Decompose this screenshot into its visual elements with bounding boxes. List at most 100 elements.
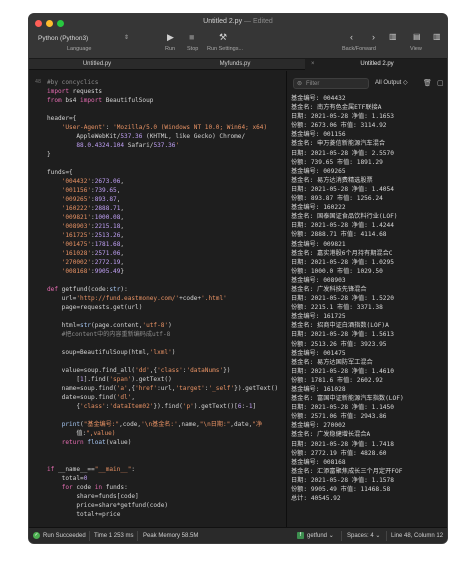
output-line: 基金名: 易方达国防军工混合 [291,358,373,366]
hammer-icon[interactable]: ⚒ [219,32,227,43]
code-line[interactable]: AppleWebKit/537.36 (KHTML, like Gecko) C… [47,132,278,141]
code-line[interactable]: 88.0.4324.104 Safari/537.36' [47,141,278,150]
tab-label: Myfunds.py [219,61,251,67]
chevron-down-icon: ⌄ [375,533,381,539]
code-line[interactable] [47,276,278,285]
code-line[interactable] [47,105,278,114]
code-line[interactable]: url='http://fund.eastmoney.com/'+code+'.… [47,294,278,303]
language-select-value: Python (Python3) [38,35,89,42]
line-numbers: 48 [29,78,41,87]
output-line: 份额: 9905.49 市值: 11468.58 [291,486,391,494]
code-line[interactable]: '270002':2772.19, [47,258,278,267]
language-label: Language [67,46,92,52]
spaces-label: Spaces: 4 [347,533,374,539]
code-line[interactable]: '161028':2571.06, [47,249,278,258]
code-line[interactable]: 值:",value) [47,429,278,438]
code-line[interactable]: header={ [47,114,278,123]
code-line[interactable]: '001156':739.65, [47,186,278,195]
output-line: 份额: 2772.19 市值: 4828.60 [291,449,387,457]
code-line[interactable]: } [47,150,278,159]
trash-icon[interactable]: 🗑 [423,78,432,89]
run-time: Time 1 253 ms [94,533,134,539]
split-pane-icon[interactable]: ▢ [437,78,444,89]
close-tab-icon[interactable]: × [311,59,315,70]
code-line[interactable]: 'User-Agent': 'Mozilla/5.0 (Windows NT 1… [47,123,278,132]
code-line[interactable]: price=share*getfund(code) [47,501,278,510]
back-forward-label: Back/Forward [342,46,376,52]
code-line[interactable]: '004432':2673.06, [47,177,278,186]
code-line[interactable] [47,411,278,420]
code-line[interactable]: '008903':2215.18, [47,222,278,231]
output-line: 日期: 2021-05-28 净值: 1.4054 [291,185,394,193]
output-line: 基金编号: 001156 [291,131,346,139]
output-line: 日期: 2021-05-28 净值: 1.1653 [291,113,394,121]
code-line[interactable]: def getfund(code:str): [47,285,278,294]
code-line[interactable] [47,339,278,348]
run-label: Run [165,46,176,52]
output-line: 基金名: 南方有色金属ETF联接A [291,104,382,112]
code-line[interactable] [47,447,278,456]
code-line[interactable]: #by concyclics [47,78,278,87]
status-bar: ✓ Run Succeeded Time 1 253 ms Peak Memory… [29,527,447,543]
code-line[interactable] [47,312,278,321]
code-line[interactable]: from bs4 import BeautifulSoup [47,96,278,105]
code-line[interactable]: return float(value) [47,438,278,447]
edited-indicator: — Edited [244,18,273,25]
code-line[interactable]: share=funds[code] [47,492,278,501]
output-line: 基金编号: 004432 [291,95,346,102]
code-line[interactable]: '009821':1000.08, [47,213,278,222]
divider [386,531,387,541]
code-line[interactable]: '160222':2888.71, [47,204,278,213]
code-line[interactable]: date=soup.find('dl', [47,393,278,402]
panel-right-icon[interactable]: ▥ [433,32,441,41]
function-icon: f [297,531,304,539]
code-line[interactable] [47,456,278,465]
divider [137,531,138,541]
tab-untitled-2[interactable]: × Untitled 2.py [305,59,447,70]
language-select[interactable]: Python (Python3) ⇕ [35,33,131,44]
code-line[interactable]: total+=price [47,510,278,519]
code-line[interactable]: total=0 [47,474,278,483]
source-code[interactable]: #by concyclics import requests from bs4 im… [47,78,278,529]
code-line[interactable]: [1].find('span').getText() [47,375,278,384]
panel-bottom-icon[interactable]: ▤ [413,32,421,41]
code-line[interactable]: {'class':'dataItem02'}).find('p').getTex… [47,402,278,411]
output-line: 份额: 893.87 市值: 1256.24 [291,195,383,203]
play-icon[interactable]: ▶ [167,32,174,43]
code-line[interactable]: for code in funds: [47,483,278,492]
code-line[interactable]: if __name__=="__main__": [47,465,278,474]
code-line[interactable]: #把content中的内容重新编码成utf-8 [47,330,278,339]
run-status-text: Run Succeeded [43,533,86,539]
tab-myfunds[interactable]: Myfunds.py [165,59,305,70]
window-title: Untitled 2.py — Edited [29,18,447,25]
code-line[interactable]: '001475':1781.68, [47,240,278,249]
output-scope-select[interactable]: All Output ◇ [375,78,408,89]
code-editor[interactable]: 48 #by concyclics import requests from bs4… [29,71,285,529]
filter-input[interactable]: ⊜ Filter [293,78,369,89]
code-line[interactable]: soup=BeautifulSoup(html,'lxml') [47,348,278,357]
forward-arrow-icon[interactable]: › [372,32,375,42]
indentation-setting[interactable]: Spaces: 4 ⌄ [347,528,381,543]
back-arrow-icon[interactable]: ‹ [350,32,353,42]
code-line[interactable]: print("基金编号:",code,'\n基金名:',name,"\n日期:"… [47,420,278,429]
output-line: 份额: 1000.0 市值: 1029.50 [291,267,383,275]
code-line[interactable]: '008168':9905.49} [47,267,278,276]
code-line[interactable] [47,357,278,366]
code-line[interactable]: funds={ [47,168,278,177]
output-line: 份额: 2513.26 市值: 3923.95 [291,340,387,348]
output-line: 基金编号: 270002 [291,422,346,430]
code-line[interactable]: name=soup.find('a',{'href':url,'target':… [47,384,279,393]
output-line: 份额: 2215.1 市值: 3371.38 [291,304,383,312]
code-line[interactable]: import requests [47,87,278,96]
code-line[interactable]: page=requests.get(url) [47,303,278,312]
output-line: 份额: 2571.06 市值: 2943.86 [291,413,387,421]
panel-left-icon[interactable]: ▥ [389,32,397,41]
code-line[interactable]: '161725':2513.26, [47,231,278,240]
tab-untitled[interactable]: Untitled.py [29,59,165,70]
code-line[interactable]: value=soup.find_all('dd',{'class':'dataN… [47,366,278,375]
code-line[interactable]: '009265':893.87, [47,195,278,204]
code-line[interactable]: html=str(page.content,'utf-8') [47,321,278,330]
code-line[interactable] [47,159,278,168]
function-navigator[interactable]: f getfund ⌄ [297,528,334,543]
stop-icon[interactable]: ■ [189,32,194,42]
